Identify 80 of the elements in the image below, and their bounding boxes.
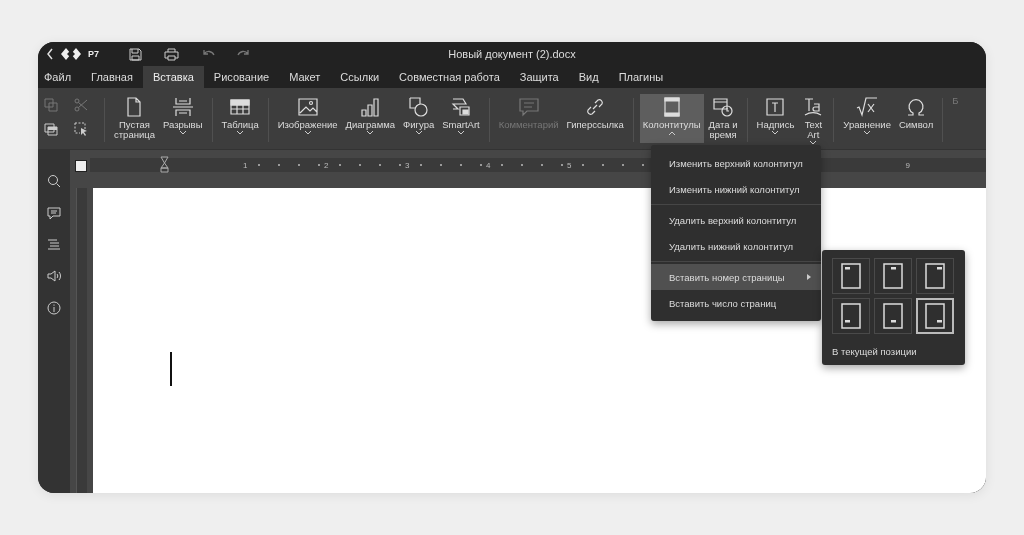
ribbon-button[interactable]: Колонтитулы [639, 94, 704, 143]
paste-icon[interactable] [44, 122, 58, 136]
ribbon-button[interactable]: Дата и время [705, 94, 741, 143]
chart-icon [359, 96, 382, 118]
page-number-position-tile[interactable] [916, 258, 954, 294]
page-number-position-icon [883, 303, 903, 329]
ribbon-button[interactable]: Text Art [799, 94, 828, 148]
menu-tab[interactable]: Вставка [142, 66, 204, 88]
menu-item[interactable]: Вставить число страниц [651, 290, 821, 316]
caret-icon [179, 131, 186, 135]
current-position-label[interactable]: В текущей позиции [832, 346, 955, 357]
back-chevron-icon[interactable] [46, 48, 54, 60]
save-icon[interactable] [129, 47, 142, 61]
headings-icon[interactable] [47, 239, 61, 251]
print-icon[interactable] [164, 47, 179, 61]
page-number-position-tile[interactable] [874, 298, 912, 334]
menu-tab[interactable]: Макет [279, 66, 331, 88]
ribbon-button[interactable]: Уравнение [840, 94, 894, 142]
caret-icon [415, 131, 422, 135]
caret-icon [367, 131, 374, 135]
select-icon[interactable] [74, 122, 88, 136]
ribbon-button[interactable]: Таблица [218, 94, 262, 142]
menu-tab[interactable]: Файл [38, 66, 82, 88]
ribbon-button[interactable]: Фигура [400, 94, 438, 142]
caret-icon [810, 141, 817, 145]
page-number-position-icon [883, 263, 903, 289]
menu-tab[interactable]: Вид [568, 66, 609, 88]
indent-marker-icon[interactable] [160, 156, 169, 173]
text-cursor [170, 352, 172, 386]
menu-tab[interactable]: Главная [81, 66, 143, 88]
caret-icon [304, 131, 311, 135]
search-icon[interactable] [47, 174, 61, 188]
page-number-position-tile[interactable] [916, 298, 954, 334]
menu-tab[interactable]: Рисование [203, 66, 280, 88]
ribbon-button[interactable]: Разрывы [159, 94, 206, 143]
tab-stop-button[interactable] [75, 160, 87, 172]
ribbon-button[interactable]: Изображение [274, 94, 341, 142]
ribbon-button[interactable]: Пустая страница [111, 94, 158, 143]
page-number-position-tile[interactable] [832, 258, 870, 294]
ruler-number: 9 [905, 160, 910, 170]
table-icon [229, 96, 252, 118]
caret-icon [864, 131, 871, 135]
ribbon-button[interactable]: Диаграмма [342, 94, 398, 142]
logo-icon [60, 47, 82, 61]
page-number-position-icon [841, 303, 861, 329]
text-box-icon [764, 96, 787, 118]
page-number-position-icon [925, 303, 945, 329]
calendar-clock-icon [712, 96, 734, 118]
page-number-position-icon [841, 263, 861, 289]
info-icon[interactable] [47, 301, 61, 315]
equation-icon [856, 96, 879, 118]
ribbon-button[interactable]: Гиперссылка [563, 94, 627, 142]
caret-icon [237, 131, 244, 135]
menu-tab[interactable]: Совместная работа [389, 66, 510, 88]
ribbon-button[interactable]: Надпись [753, 94, 798, 148]
comment-icon [517, 96, 540, 118]
shape-icon [407, 96, 430, 118]
menu-tab[interactable]: Плагины [608, 66, 674, 88]
menu-tab[interactable]: Защита [509, 66, 569, 88]
app-name: Р7 [88, 49, 99, 59]
menu-item[interactable]: Вставить номер страницы [651, 264, 821, 290]
menu-tab[interactable]: Ссылки [330, 66, 390, 88]
caret-icon [668, 131, 675, 135]
smartart-icon [449, 96, 472, 118]
comment-icon[interactable] [47, 207, 61, 220]
document-title: Новый документ (2).docx [448, 48, 576, 60]
menu-item[interactable]: Удалить нижний колонтитул [651, 233, 821, 259]
menu-item[interactable]: Изменить верхний колонтитул [651, 150, 821, 176]
caret-icon [772, 131, 779, 135]
page-number-position-tile[interactable] [874, 258, 912, 294]
ribbon-button[interactable]: Символ [895, 94, 937, 142]
ribbon-button[interactable]: SmartArt [439, 94, 483, 142]
image-icon [296, 96, 319, 118]
page-number-position-tile[interactable] [832, 298, 870, 334]
menu-item[interactable]: Удалить верхний колонтитул [651, 207, 821, 233]
caret-icon [457, 131, 464, 135]
page-number-position-icon [925, 263, 945, 289]
menu-item[interactable]: Изменить нижний колонтитул [651, 176, 821, 202]
breaks-icon [171, 96, 194, 118]
speaker-icon[interactable] [47, 270, 61, 282]
